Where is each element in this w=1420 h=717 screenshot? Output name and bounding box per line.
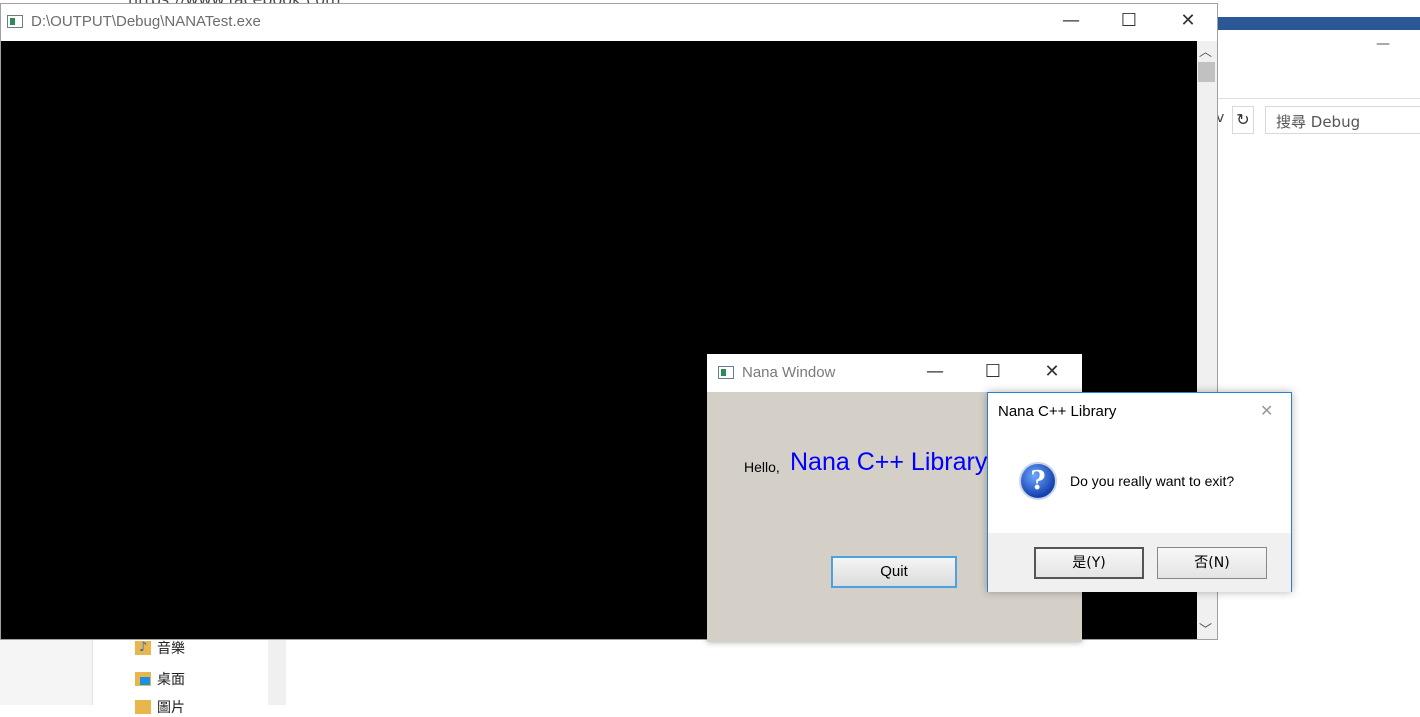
- music-folder-icon: ♪: [135, 641, 151, 655]
- explorer-left-gutter: [0, 640, 92, 705]
- search-input[interactable]: 搜尋 Debug: [1265, 106, 1420, 134]
- yes-button[interactable]: 是(Y): [1034, 547, 1144, 579]
- library-label: Nana C++ Library: [790, 448, 988, 476]
- close-button[interactable]: ✕: [1165, 10, 1211, 31]
- pictures-folder-icon: [135, 700, 151, 714]
- question-icon: ?: [1019, 462, 1057, 500]
- hello-label: Hello,: [744, 459, 780, 475]
- nana-titlebar[interactable]: Nana Window — ☐ ✕: [707, 354, 1082, 392]
- window-title: D:\OUTPUT\Debug\NANATest.exe: [31, 13, 261, 30]
- nav-item-label: 桌面: [157, 672, 185, 688]
- app-icon: [7, 15, 23, 28]
- app-icon: [718, 366, 734, 379]
- nav-item-label: 音樂: [157, 641, 185, 657]
- scrollbar-thumb[interactable]: [1198, 62, 1215, 82]
- desktop-folder-icon: [135, 672, 151, 686]
- scroll-up-icon[interactable]: ︿: [1199, 41, 1212, 60]
- close-button[interactable]: ✕: [1029, 361, 1075, 382]
- nav-item-pictures[interactable]: 圖片: [135, 697, 185, 717]
- refresh-button[interactable]: ↻: [1232, 106, 1254, 134]
- scroll-down-icon[interactable]: ﹀: [1199, 619, 1212, 638]
- nav-item-music[interactable]: ♪ 音樂: [135, 638, 185, 658]
- nav-pane-scrollbar[interactable]: [268, 640, 286, 705]
- nav-item-desktop[interactable]: 桌面: [135, 669, 185, 689]
- explorer-titlebar: [1218, 17, 1420, 30]
- minimize-button[interactable]: —: [1048, 10, 1094, 31]
- nav-item-label: 圖片: [157, 700, 185, 716]
- close-icon[interactable]: ✕: [1260, 401, 1273, 420]
- explorer-ribbon-divider: [1218, 98, 1420, 99]
- maximize-button[interactable]: ☐: [970, 361, 1016, 382]
- no-button[interactable]: 否(N): [1157, 547, 1267, 579]
- window-title: Nana Window: [742, 364, 836, 381]
- quit-button[interactable]: Quit: [831, 556, 957, 588]
- dialog-message: Do you really want to exit?: [1070, 473, 1235, 489]
- console-titlebar[interactable]: D:\OUTPUT\Debug\NANATest.exe — ☐ ✕: [1, 4, 1217, 41]
- confirm-dialog[interactable]: Nana C++ Library ✕ ? Do you really want …: [987, 392, 1292, 592]
- explorer-minimize-button[interactable]: —: [1376, 36, 1390, 52]
- maximize-button[interactable]: ☐: [1106, 10, 1152, 31]
- minimize-button[interactable]: —: [912, 361, 958, 382]
- dialog-title: Nana C++ Library: [998, 403, 1117, 420]
